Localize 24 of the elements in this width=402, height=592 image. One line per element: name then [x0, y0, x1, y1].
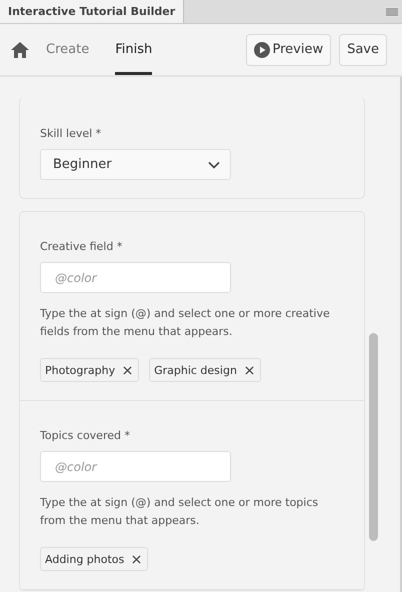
nav-tab[interactable]: Finish	[115, 24, 152, 75]
panel-title[interactable]: Interactive Tutorial Builder	[0, 0, 184, 23]
tag-chip[interactable]: Graphic design	[149, 358, 261, 382]
preview-button[interactable]: Preview	[246, 34, 332, 66]
field-label: Creative field *	[40, 240, 124, 253]
tag-input[interactable]: @color	[40, 262, 231, 293]
field-label: Topics covered *	[40, 429, 131, 442]
tag-chip[interactable]: Photography	[40, 358, 140, 382]
remove-icon[interactable]	[132, 554, 142, 564]
skill-select[interactable]: Beginner	[40, 149, 231, 180]
remove-icon[interactable]	[123, 366, 132, 374]
help-text: Type the at sign (@) and select one or more topics from the menu that appears.	[40, 495, 320, 529]
tag-chip[interactable]: Adding photos	[40, 547, 148, 571]
field-label: Skill level *	[40, 127, 102, 140]
nav-tab[interactable]: Create	[46, 24, 90, 75]
scrollbar[interactable]	[369, 333, 378, 541]
home-icon[interactable]	[10, 40, 30, 58]
menu-icon[interactable]	[386, 8, 398, 16]
save-button[interactable]: Save	[339, 34, 387, 66]
tag-input[interactable]: @color	[40, 451, 231, 482]
help-text: Type the at sign (@) and select one or more creative fields from the menu that appears.	[40, 306, 331, 340]
chevron-icon	[208, 160, 220, 168]
remove-icon[interactable]	[244, 366, 254, 374]
play-icon	[254, 42, 270, 58]
